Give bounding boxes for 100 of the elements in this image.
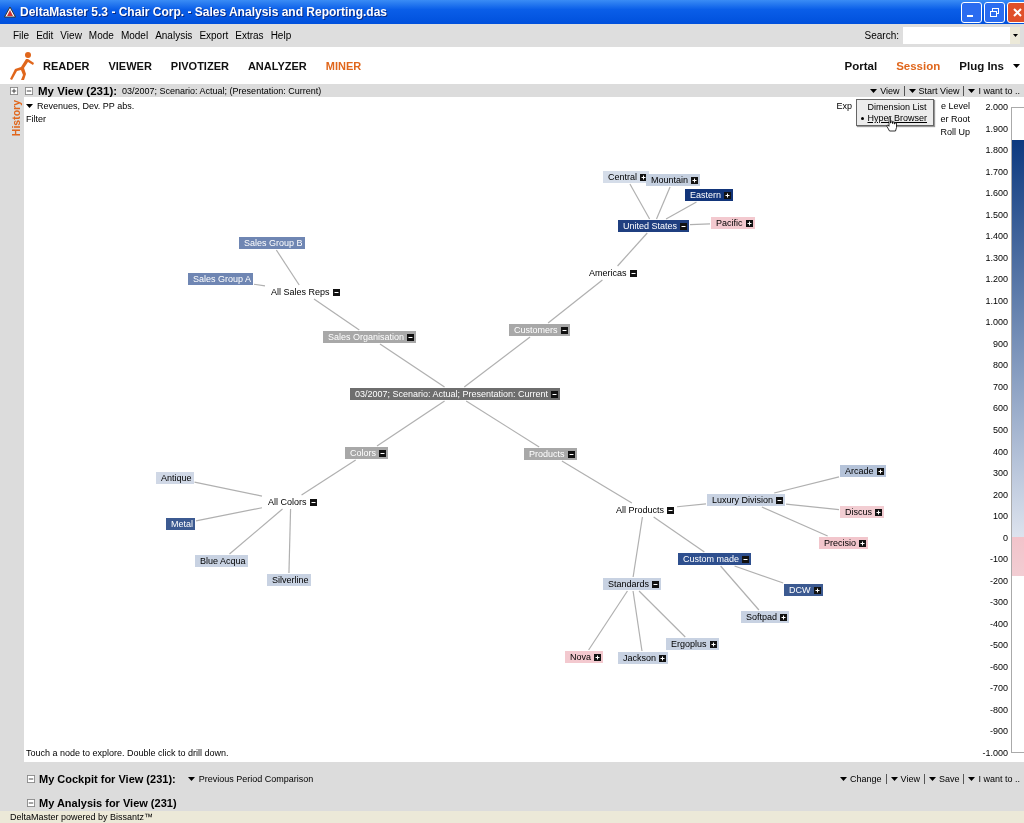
action-menu[interactable]: Change xyxy=(836,773,886,784)
plus-box-icon[interactable] xyxy=(594,653,601,661)
plus-box-icon[interactable] xyxy=(859,539,866,547)
tree-node[interactable]: All Colors xyxy=(263,496,319,508)
tree-node[interactable]: Softpad xyxy=(741,611,790,623)
plus-box-icon[interactable] xyxy=(709,640,717,648)
menu-item[interactable]: Edit xyxy=(33,30,57,41)
tree-node[interactable]: Standards xyxy=(603,578,662,590)
tree-node[interactable]: United States xyxy=(618,220,690,232)
menu-item[interactable]: Model xyxy=(117,30,152,41)
tree-node[interactable]: Discus xyxy=(840,506,884,518)
tree-node[interactable]: Arcade xyxy=(840,465,886,477)
tree-node[interactable]: Antique xyxy=(156,472,194,484)
tree-node[interactable]: All Sales Reps xyxy=(266,286,342,298)
action-menu[interactable]: I want to .. xyxy=(963,773,1024,784)
minus-box-icon[interactable] xyxy=(379,449,386,457)
tree-node[interactable]: Jackson xyxy=(618,652,669,664)
tree-node[interactable]: Central xyxy=(603,171,649,183)
tree-node[interactable]: Sales Group A xyxy=(188,273,254,285)
tree-node[interactable]: Americas xyxy=(584,267,639,279)
minus-box-icon[interactable] xyxy=(407,333,415,341)
view-option[interactable]: er Root xyxy=(940,114,970,124)
tree-node[interactable]: Pacific xyxy=(711,217,755,229)
search-field[interactable] xyxy=(903,27,1020,44)
minus-box-icon[interactable] xyxy=(567,450,575,458)
tree-node[interactable]: All Products xyxy=(611,504,677,516)
preset-selector[interactable]: Previous Period Comparison xyxy=(187,773,314,784)
connector-line xyxy=(653,516,705,553)
plus-box-icon[interactable] xyxy=(813,586,821,594)
nav-link[interactable]: Session xyxy=(896,59,941,72)
menu-item[interactable]: Extras xyxy=(232,30,267,41)
dropdown-arrow-icon[interactable] xyxy=(1012,34,1018,37)
view-option[interactable]: Exp xyxy=(836,101,852,111)
minus-box-icon[interactable] xyxy=(629,269,637,277)
tree-node[interactable]: DCW xyxy=(784,584,823,596)
tree-node[interactable]: Blue Acqua xyxy=(195,555,248,567)
tree-node[interactable]: Sales Group B xyxy=(239,237,305,249)
plus-box-icon[interactable] xyxy=(875,508,882,516)
action-menu[interactable]: Save xyxy=(923,773,964,784)
view-option[interactable]: e Level xyxy=(940,101,970,111)
menu-item[interactable]: View xyxy=(57,30,85,41)
menu-item[interactable]: Mode xyxy=(85,30,117,41)
minus-box-icon[interactable] xyxy=(560,326,568,334)
plus-box-icon[interactable] xyxy=(691,176,699,184)
tree-node[interactable]: Precisio xyxy=(819,537,868,549)
section-title: My Analysis for View (231) xyxy=(39,797,177,809)
minus-box-icon[interactable] xyxy=(309,498,317,506)
mode-tab[interactable]: ANALYZER xyxy=(247,59,307,72)
view-option[interactable]: Roll Up xyxy=(940,127,970,137)
plus-box-icon[interactable] xyxy=(780,613,788,621)
scale-label: 800 xyxy=(992,359,1008,372)
menu-item[interactable]: File xyxy=(10,30,33,41)
mode-tab[interactable]: PIVOTIZER xyxy=(170,59,229,72)
menu-item[interactable]: Export xyxy=(196,30,232,41)
minus-box-icon[interactable] xyxy=(652,580,660,588)
connector-line xyxy=(313,298,360,331)
minus-box-icon[interactable] xyxy=(680,222,688,230)
menu-item[interactable]: Help xyxy=(267,30,295,41)
tree-node[interactable]: Metal xyxy=(166,518,195,530)
tree-node[interactable]: Custom made xyxy=(678,553,752,565)
connector-line xyxy=(676,503,707,508)
tree-node[interactable]: Mountain xyxy=(646,174,701,186)
tree-node[interactable]: Ergoplus xyxy=(666,638,719,650)
scale-label: 500 xyxy=(992,423,1008,436)
connector-line xyxy=(561,460,633,504)
mode-tab[interactable]: READER xyxy=(43,59,90,72)
plus-box-icon[interactable] xyxy=(876,467,884,475)
action-menu[interactable]: I want to .. xyxy=(963,85,1024,96)
plugins-menu[interactable]: Plug Ins xyxy=(959,59,1020,72)
caret-icon xyxy=(890,776,898,781)
tree-node[interactable]: Nova xyxy=(565,651,603,663)
scale-label: -200 xyxy=(990,574,1008,587)
connector-line xyxy=(629,183,651,220)
tree-node[interactable]: Luxury Division xyxy=(707,494,786,506)
minus-box-icon[interactable] xyxy=(332,288,340,296)
caret-icon xyxy=(187,776,195,781)
plus-box-icon[interactable] xyxy=(724,191,732,199)
close-button[interactable] xyxy=(1007,1,1024,23)
menu-option[interactable]: Dimension List xyxy=(861,102,927,112)
minus-box-icon[interactable] xyxy=(742,555,750,563)
nav-link[interactable]: Portal xyxy=(844,59,878,72)
plus-box-icon[interactable] xyxy=(745,219,753,227)
menu-item[interactable]: Analysis xyxy=(152,30,196,41)
restore-button[interactable] xyxy=(984,1,1005,23)
scale-label: 900 xyxy=(992,337,1008,350)
minus-box-icon[interactable] xyxy=(551,390,559,398)
minus-box-icon[interactable] xyxy=(667,506,675,514)
minus-box-icon[interactable] xyxy=(776,496,784,504)
plus-box-icon[interactable] xyxy=(659,654,667,662)
action-menu[interactable]: View xyxy=(866,85,904,96)
mode-tab[interactable]: VIEWER xyxy=(108,59,152,72)
tree-node[interactable]: Eastern xyxy=(685,189,734,201)
scale-label: -600 xyxy=(990,660,1008,673)
measure-selector[interactable]: Revenues, Dev. PP abs. xyxy=(26,101,135,111)
action-menu[interactable]: View xyxy=(885,773,924,784)
minimize-button[interactable] xyxy=(961,1,982,23)
tree-node[interactable]: Silverline xyxy=(267,574,311,586)
action-menu[interactable]: Start View xyxy=(903,85,964,96)
filter-label[interactable]: Filter xyxy=(26,114,46,124)
tree-node[interactable]: 03/2007; Scenario: Actual; Presentation: Current xyxy=(350,388,561,400)
